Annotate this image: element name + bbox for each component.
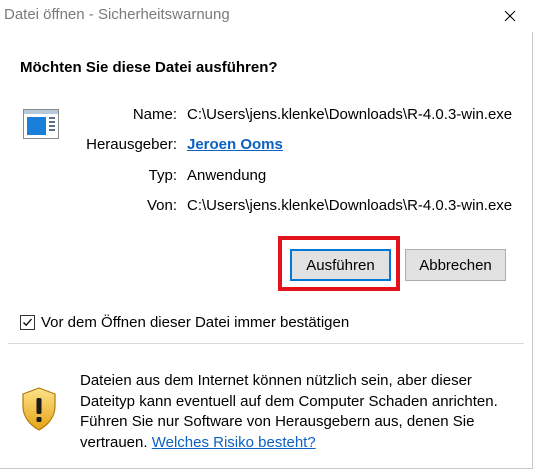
publisher-label: Herausgeber:: [86, 136, 177, 153]
risk-info-link[interactable]: Welches Risiko besteht?: [152, 434, 316, 451]
warning-line-2: Dateityp kann eventuell auf dem Computer…: [80, 392, 498, 410]
dialog-question: Möchten Sie diese Datei ausführen?: [20, 59, 278, 76]
security-warning-dialog: Datei öffnen - Sicherheitswarnung Möchte…: [0, 0, 533, 469]
warning-line-4: vertrauen. Welches Risiko besteht?: [80, 433, 520, 454]
run-button[interactable]: Ausführen: [290, 249, 391, 281]
always-confirm-checkbox[interactable]: [20, 314, 35, 330]
name-label: Name:: [132, 106, 177, 123]
security-warning-text: Dateien aus dem Internet können nützlich…: [80, 371, 520, 453]
warning-line-1: Dateien aus dem Internet können nützlich…: [80, 372, 472, 389]
always-confirm-option[interactable]: Vor dem Öffnen dieser Datei immer bestät…: [20, 313, 349, 331]
warning-line-4-text: vertrauen.: [80, 433, 148, 451]
title-bar[interactable]: Datei öffnen - Sicherheitswarnung: [0, 0, 533, 32]
from-value: C:\Users\jens.klenke\Downloads\R-4.0.3-w…: [187, 197, 513, 214]
section-divider: [8, 343, 524, 344]
warning-line-3: Führen Sie nur Software von Herausgebern…: [80, 413, 475, 430]
publisher-link[interactable]: Jeroen Ooms: [187, 136, 283, 153]
checkmark-icon: [23, 318, 32, 326]
from-label: Von:: [146, 197, 177, 214]
window-title: Datei öffnen - Sicherheitswarnung: [4, 6, 230, 23]
type-value: Anwendung: [187, 167, 267, 184]
close-button[interactable]: [487, 0, 533, 32]
type-label: Typ:: [148, 167, 177, 184]
cancel-button[interactable]: Abbrechen: [405, 249, 506, 281]
security-shield-warning-icon: [22, 387, 56, 431]
always-confirm-label[interactable]: Vor dem Öffnen dieser Datei immer bestät…: [41, 314, 349, 331]
close-icon: [504, 10, 516, 22]
name-value: C:\Users\jens.klenke\Downloads\R-4.0.3-w…: [187, 106, 513, 123]
application-window-icon: [23, 109, 59, 139]
